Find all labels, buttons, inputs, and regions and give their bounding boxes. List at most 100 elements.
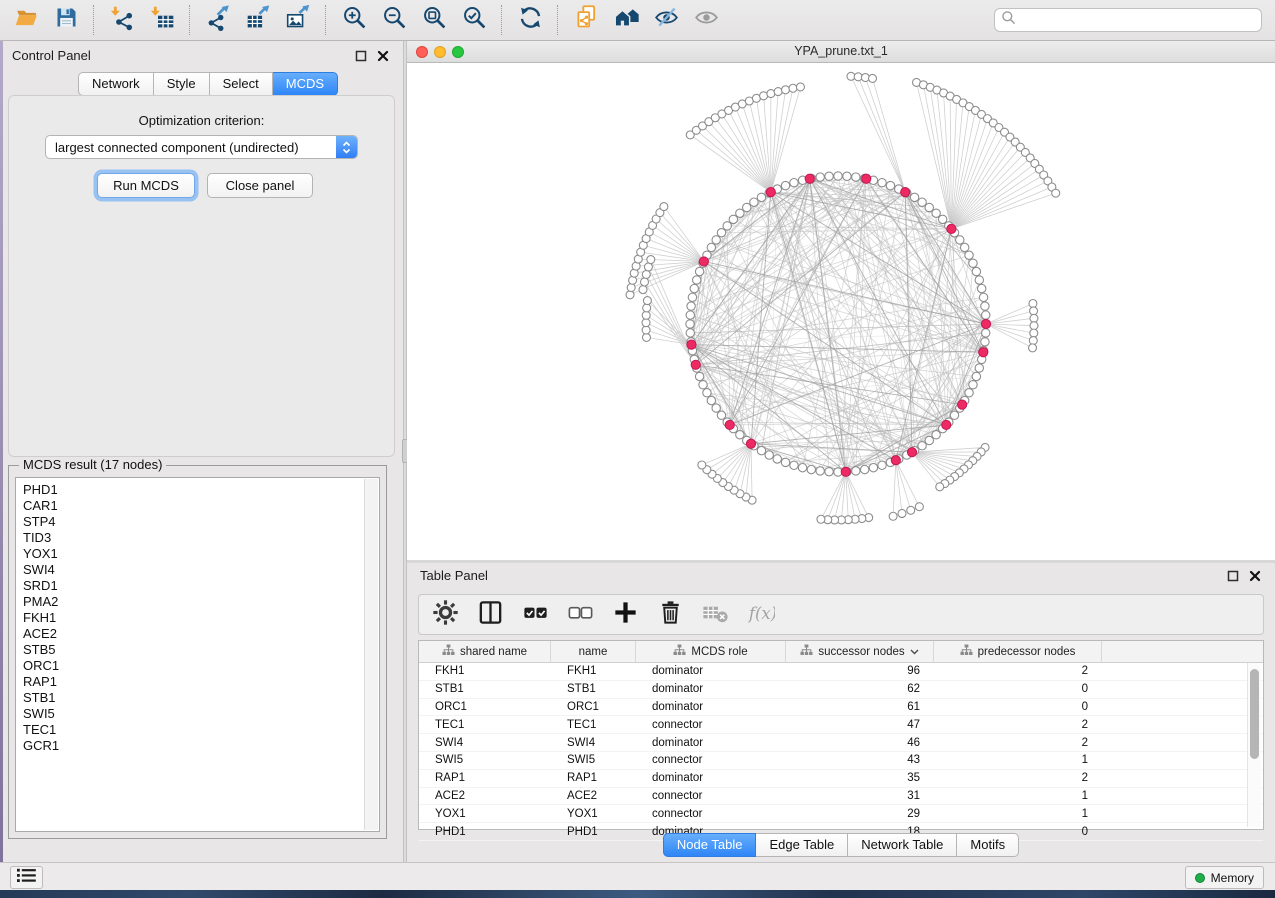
mcds-result-item[interactable]: RAP1 (23, 674, 379, 690)
table-row[interactable]: YOX1YOX1connector291 (419, 805, 1263, 823)
cell-predecessor-nodes[interactable]: 1 (934, 754, 1102, 766)
table-row[interactable]: RAP1RAP1dominator352 (419, 770, 1263, 788)
tab-select[interactable]: Select (210, 72, 273, 96)
mcds-result-item[interactable]: FKH1 (23, 610, 379, 626)
cell-name[interactable]: SWI4 (551, 737, 636, 749)
tab-mcds[interactable]: MCDS (273, 72, 338, 96)
cell-mcds-role[interactable]: dominator (636, 701, 786, 713)
save-session-button[interactable] (46, 3, 86, 37)
cell-predecessor-nodes[interactable]: 2 (934, 772, 1102, 784)
mcds-result-item[interactable]: ORC1 (23, 658, 379, 674)
cell-mcds-role[interactable]: connector (636, 790, 786, 802)
tab-edge-table[interactable]: Edge Table (756, 833, 848, 857)
column-header-successor-nodes[interactable]: successor nodes (786, 641, 934, 662)
refresh-view-button[interactable] (510, 3, 550, 37)
export-image-button[interactable] (278, 3, 318, 37)
table-settings-button[interactable] (429, 599, 461, 631)
cell-mcds-role[interactable]: connector (636, 754, 786, 766)
cell-successor-nodes[interactable]: 43 (786, 754, 934, 766)
table-row[interactable]: ACE2ACE2connector311 (419, 788, 1263, 806)
duplicate-network-button[interactable] (566, 3, 606, 37)
open-file-button[interactable] (6, 3, 46, 37)
cell-mcds-role[interactable]: dominator (636, 737, 786, 749)
optimization-criterion-dropdown[interactable]: largest connected component (undirected) (45, 135, 358, 159)
cell-successor-nodes[interactable]: 29 (786, 808, 934, 820)
search-box[interactable] (994, 8, 1262, 32)
import-table-button[interactable] (142, 3, 182, 37)
mcds-result-item[interactable]: YOX1 (23, 546, 379, 562)
cell-shared-name[interactable]: STB1 (419, 683, 551, 695)
cell-shared-name[interactable]: RAP1 (419, 772, 551, 784)
run-mcds-button[interactable]: Run MCDS (97, 173, 195, 198)
cell-shared-name[interactable]: FKH1 (419, 665, 551, 677)
search-input[interactable] (1020, 12, 1255, 28)
mcds-result-list[interactable]: PHD1CAR1STP4TID3YOX1SWI4SRD1PMA2FKH1ACE2… (15, 477, 380, 832)
close-table-panel-icon[interactable] (1248, 569, 1261, 582)
table-row[interactable]: ORC1ORC1dominator610 (419, 699, 1263, 717)
float-table-panel-icon[interactable] (1226, 569, 1239, 582)
cell-predecessor-nodes[interactable]: 0 (934, 701, 1102, 713)
tab-node-table[interactable]: Node Table (663, 833, 757, 857)
cell-shared-name[interactable]: ACE2 (419, 790, 551, 802)
mcds-result-item[interactable]: ACE2 (23, 626, 379, 642)
column-header-predecessor-nodes[interactable]: predecessor nodes (934, 641, 1102, 662)
mcds-result-item[interactable]: STB1 (23, 690, 379, 706)
mcds-result-item[interactable]: TID3 (23, 530, 379, 546)
memory-button[interactable]: Memory (1185, 866, 1264, 889)
zoom-selected-button[interactable] (454, 3, 494, 37)
zoom-in-button[interactable] (334, 3, 374, 37)
list-scrollbar[interactable] (364, 479, 378, 830)
cell-predecessor-nodes[interactable]: 2 (934, 737, 1102, 749)
table-scrollbar[interactable] (1247, 663, 1261, 827)
cell-shared-name[interactable]: SWI5 (419, 754, 551, 766)
cell-name[interactable]: YOX1 (551, 808, 636, 820)
cell-shared-name[interactable]: SWI4 (419, 737, 551, 749)
cell-successor-nodes[interactable]: 35 (786, 772, 934, 784)
mcds-result-item[interactable]: GCR1 (23, 738, 379, 754)
zoom-out-button[interactable] (374, 3, 414, 37)
cell-successor-nodes[interactable]: 96 (786, 665, 934, 677)
table-row[interactable]: SWI4SWI4dominator462 (419, 734, 1263, 752)
cell-shared-name[interactable]: TEC1 (419, 719, 551, 731)
tab-motifs[interactable]: Motifs (957, 833, 1019, 857)
hide-selected-button[interactable] (646, 3, 686, 37)
cell-mcds-role[interactable]: connector (636, 719, 786, 731)
table-row[interactable]: STB1STB1dominator620 (419, 681, 1263, 699)
mcds-result-item[interactable]: STP4 (23, 514, 379, 530)
cell-predecessor-nodes[interactable]: 1 (934, 808, 1102, 820)
first-neighbors-button[interactable] (606, 3, 646, 37)
cell-name[interactable]: STB1 (551, 683, 636, 695)
cell-successor-nodes[interactable]: 61 (786, 701, 934, 713)
select-all-rows-button[interactable] (519, 599, 551, 631)
mcds-result-item[interactable]: PHD1 (23, 482, 379, 498)
delete-columns-button[interactable] (654, 599, 686, 631)
cell-predecessor-nodes[interactable]: 0 (934, 683, 1102, 695)
cell-name[interactable]: RAP1 (551, 772, 636, 784)
column-header-mcds-role[interactable]: MCDS role (636, 641, 786, 662)
mcds-result-item[interactable]: CAR1 (23, 498, 379, 514)
show-column-panel-button[interactable] (474, 599, 506, 631)
column-header-name[interactable]: name (551, 641, 636, 662)
import-network-button[interactable] (102, 3, 142, 37)
cell-successor-nodes[interactable]: 62 (786, 683, 934, 695)
cell-mcds-role[interactable]: dominator (636, 772, 786, 784)
tab-network-table[interactable]: Network Table (848, 833, 957, 857)
cell-successor-nodes[interactable]: 31 (786, 790, 934, 802)
cell-name[interactable]: TEC1 (551, 719, 636, 731)
table-scrollbar-thumb[interactable] (1250, 669, 1259, 759)
deselect-all-rows-button[interactable] (564, 599, 596, 631)
cell-name[interactable]: SWI5 (551, 754, 636, 766)
zoom-fit-button[interactable] (414, 3, 454, 37)
cell-shared-name[interactable]: ORC1 (419, 701, 551, 713)
task-history-button[interactable] (10, 866, 43, 889)
cell-name[interactable]: FKH1 (551, 665, 636, 677)
create-column-button[interactable] (609, 599, 641, 631)
cell-predecessor-nodes[interactable]: 2 (934, 665, 1102, 677)
table-row[interactable]: SWI5SWI5connector431 (419, 752, 1263, 770)
close-panel-icon[interactable] (376, 49, 389, 62)
column-header-shared-name[interactable]: shared name (419, 641, 551, 662)
cell-name[interactable]: ACE2 (551, 790, 636, 802)
mcds-result-item[interactable]: SRD1 (23, 578, 379, 594)
network-canvas[interactable] (407, 63, 1275, 560)
cell-name[interactable]: ORC1 (551, 701, 636, 713)
